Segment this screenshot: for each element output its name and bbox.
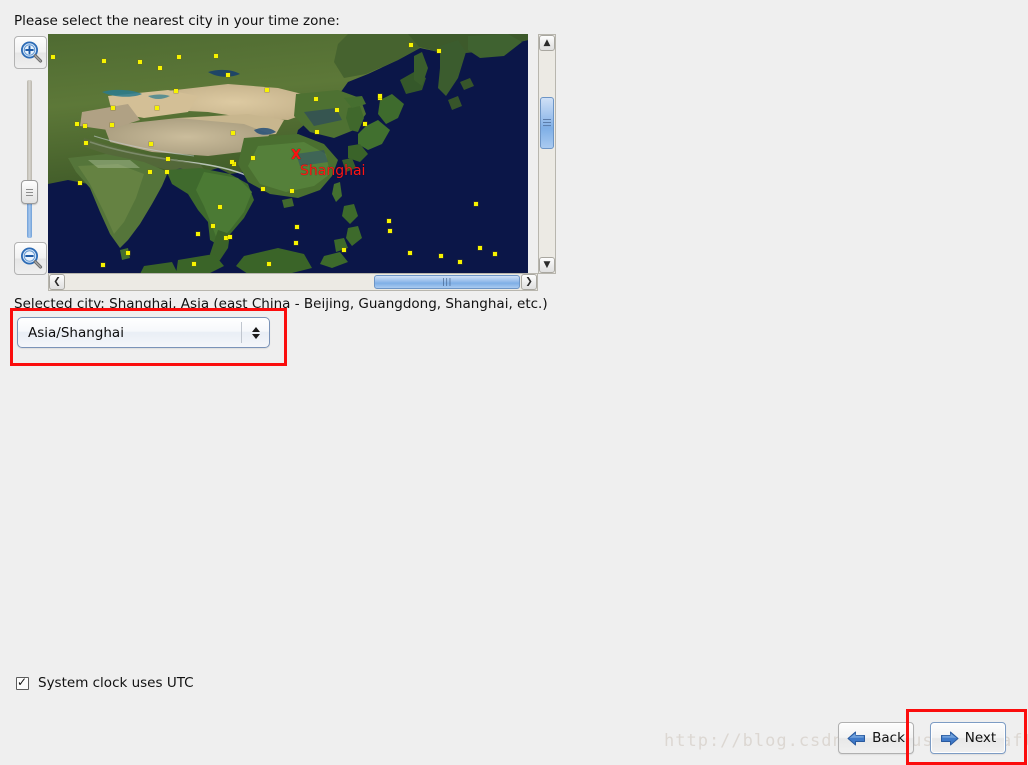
zoom-in-button[interactable] <box>14 36 47 69</box>
city-dot[interactable] <box>174 89 178 93</box>
city-dot[interactable] <box>214 54 218 58</box>
city-dot[interactable] <box>155 106 159 110</box>
city-dot[interactable] <box>226 73 230 77</box>
city-dot[interactable] <box>315 130 319 134</box>
selected-city-map-label: Shanghai <box>300 163 366 179</box>
timezone-map-widget: X Shanghai ▲ ||| ▼ ❮ ||| ❯ <box>11 34 556 291</box>
city-dot[interactable] <box>218 205 222 209</box>
map-zoom-slider[interactable] <box>21 80 38 238</box>
city-dot[interactable] <box>166 157 170 161</box>
horizontal-scrollbar-thumb[interactable]: ||| <box>374 275 520 289</box>
city-dot[interactable] <box>211 224 215 228</box>
city-dot[interactable] <box>231 131 235 135</box>
city-dot[interactable] <box>84 141 88 145</box>
city-dot[interactable] <box>78 181 82 185</box>
next-button[interactable]: Next <box>930 722 1006 754</box>
arrow-left-icon <box>847 731 866 746</box>
scroll-right-button[interactable]: ❯ <box>521 274 537 290</box>
city-dot[interactable] <box>363 122 367 126</box>
city-dot[interactable] <box>294 241 298 245</box>
city-dot[interactable] <box>149 142 153 146</box>
city-dot[interactable] <box>290 189 294 193</box>
magnifier-plus-icon <box>19 40 44 65</box>
back-button[interactable]: Back <box>838 722 914 754</box>
world-map-viewport[interactable]: X Shanghai <box>48 34 528 274</box>
city-dot[interactable] <box>111 106 115 110</box>
city-dot[interactable] <box>138 60 142 64</box>
vertical-scrollbar-thumb[interactable]: ||| <box>540 97 554 149</box>
city-dot[interactable] <box>148 170 152 174</box>
map-zoom-controls <box>11 34 48 278</box>
city-dot[interactable] <box>474 202 478 206</box>
city-dot[interactable] <box>493 252 497 256</box>
city-dot[interactable] <box>437 49 441 53</box>
city-dot[interactable] <box>314 97 318 101</box>
selected-city-text: Selected city: Shanghai, Asia (east Chin… <box>14 296 548 312</box>
city-dot[interactable] <box>51 55 55 59</box>
city-dot[interactable] <box>192 262 196 266</box>
city-dot[interactable] <box>478 246 482 250</box>
magnifier-minus-icon <box>19 246 44 271</box>
city-dot[interactable] <box>335 108 339 112</box>
zoom-slider-track-upper <box>27 80 32 189</box>
city-dot[interactable] <box>230 160 234 164</box>
city-dot[interactable] <box>261 187 265 191</box>
timezone-dropdown-value: Asia/Shanghai <box>28 324 124 341</box>
city-dot[interactable] <box>458 260 462 264</box>
selected-city-marker-icon: X <box>291 148 302 163</box>
zoom-slider-thumb[interactable] <box>21 180 38 204</box>
city-dot[interactable] <box>378 94 382 98</box>
city-dot[interactable] <box>101 263 105 267</box>
divider <box>241 322 242 343</box>
city-dot[interactable] <box>228 235 232 239</box>
city-dot[interactable] <box>295 225 299 229</box>
utc-checkbox[interactable] <box>16 675 29 690</box>
scroll-up-button[interactable]: ▲ <box>539 35 555 51</box>
city-dot[interactable] <box>83 124 87 128</box>
page-title: Please select the nearest city in your t… <box>14 13 340 29</box>
zoom-out-button[interactable] <box>14 242 47 275</box>
utc-checkbox-row[interactable]: System clock uses UTC <box>16 675 194 691</box>
back-button-label: Back <box>872 730 905 746</box>
timezone-dropdown[interactable]: Asia/Shanghai <box>17 317 270 348</box>
timezone-selection-screen: Please select the nearest city in your t… <box>0 0 1028 765</box>
city-dot[interactable] <box>439 254 443 258</box>
timezone-dropdown-wrapper: Asia/Shanghai <box>17 317 270 348</box>
city-dot[interactable] <box>102 59 106 63</box>
city-dot[interactable] <box>409 43 413 47</box>
city-dot[interactable] <box>165 170 169 174</box>
city-dot[interactable] <box>158 66 162 70</box>
scroll-down-button[interactable]: ▼ <box>539 257 555 273</box>
city-dot[interactable] <box>387 219 391 223</box>
scroll-left-button[interactable]: ❮ <box>49 274 65 290</box>
map-horizontal-scrollbar[interactable]: ❮ ||| ❯ <box>48 273 538 291</box>
city-dot[interactable] <box>251 156 255 160</box>
chevron-updown-icon <box>243 326 269 339</box>
city-dot[interactable] <box>110 123 114 127</box>
city-dot[interactable] <box>408 251 412 255</box>
scrollbar-grip-icon: ||| <box>543 118 552 128</box>
city-dot[interactable] <box>177 55 181 59</box>
arrow-right-icon <box>940 731 959 746</box>
city-dot[interactable] <box>388 229 392 233</box>
next-button-label: Next <box>964 730 997 746</box>
city-dot[interactable] <box>265 88 269 92</box>
city-dot[interactable] <box>196 232 200 236</box>
city-dot[interactable] <box>342 248 346 252</box>
scrollbar-grip-icon: ||| <box>442 277 452 286</box>
utc-checkbox-label: System clock uses UTC <box>38 675 194 691</box>
map-vertical-scrollbar[interactable]: ▲ ||| ▼ <box>538 34 556 274</box>
city-dot[interactable] <box>126 251 130 255</box>
city-dot[interactable] <box>75 122 79 126</box>
satellite-map-image <box>48 34 528 274</box>
city-dot[interactable] <box>267 262 271 266</box>
